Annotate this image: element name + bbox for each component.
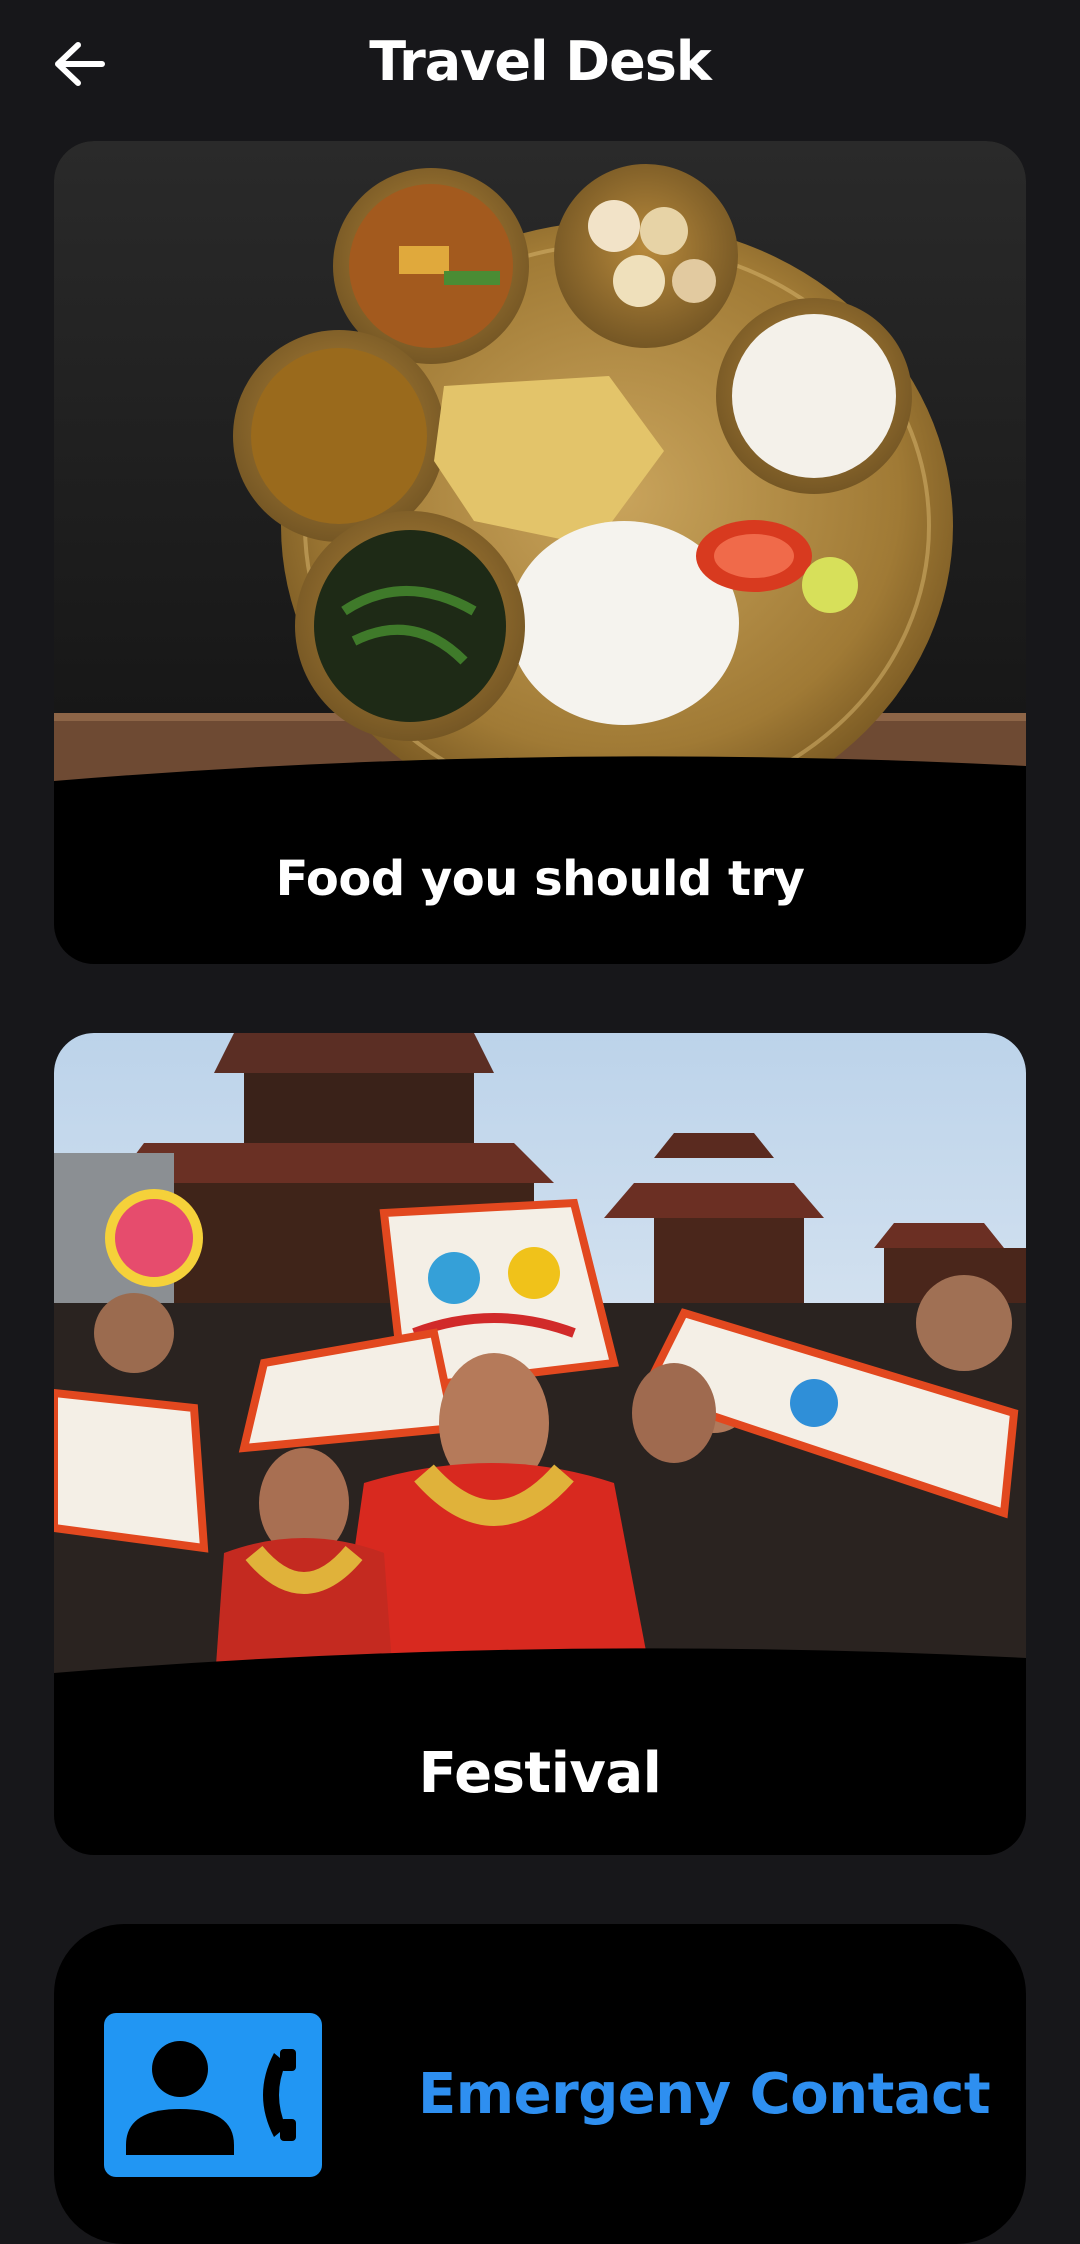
- emergency-contact-label: Emergeny Contact: [418, 2062, 991, 2127]
- emergency-contact-card[interactable]: Emergeny Contact: [54, 1924, 1026, 2244]
- app-bar: Travel Desk: [0, 0, 1080, 130]
- contact-phone-icon: [104, 2013, 322, 2177]
- festival-card[interactable]: Festival: [54, 1033, 1026, 1855]
- food-card-label: Food you should try: [275, 851, 805, 907]
- food-photo: [54, 141, 1026, 801]
- page-title: Travel Desk: [369, 30, 712, 93]
- food-card[interactable]: Food you should try: [54, 141, 1026, 964]
- festival-photo: [54, 1033, 1026, 1693]
- festival-card-label: Festival: [418, 1741, 662, 1806]
